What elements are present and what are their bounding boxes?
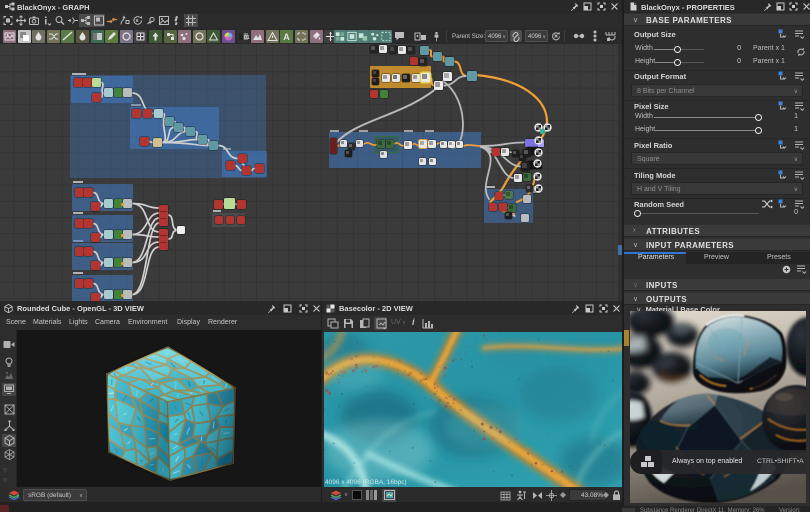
svg-text:01: 01 [244,35,250,41]
svg-text:A: A [284,32,291,42]
